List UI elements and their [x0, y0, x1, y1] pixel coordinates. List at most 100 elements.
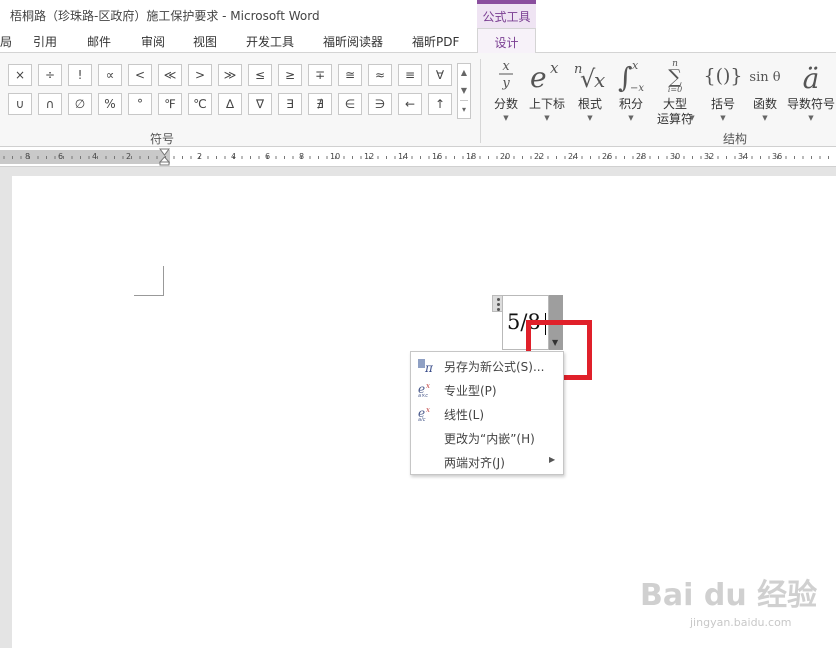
large-operator-button[interactable]: n ∑ i=0 大型 运算符 ▼: [652, 57, 698, 127]
symbol-button[interactable]: ≫: [218, 64, 242, 86]
symbol-button[interactable]: ×: [8, 64, 32, 86]
symbol-gallery-scrollbar[interactable]: ▲ ▼ ▾: [457, 63, 471, 119]
symbol-button[interactable]: ∓: [308, 64, 332, 86]
symbol-button[interactable]: ℃: [188, 93, 212, 115]
svg-text:e: e: [530, 61, 547, 93]
tab-review[interactable]: 审阅: [141, 33, 165, 50]
structures-group-label: 结构: [723, 132, 748, 146]
chevron-down-icon: ▼: [587, 114, 593, 122]
tab-design[interactable]: 设计: [477, 28, 536, 54]
svg-text:−x: −x: [630, 83, 644, 93]
svg-text:ä: ä: [803, 62, 820, 93]
symbol-button[interactable]: <: [128, 64, 152, 86]
chevron-down-icon: ▼: [628, 114, 634, 122]
ruler-label: 6: [265, 152, 271, 161]
symbol-button[interactable]: ∆: [218, 93, 242, 115]
menu-item-professional[interactable]: e x a×c 专业型(P): [412, 377, 562, 401]
ruler-label: 6: [58, 152, 64, 161]
chevron-down-icon: ▼: [808, 114, 814, 122]
symbol-button[interactable]: ↑: [428, 93, 452, 115]
svg-text:{()}: {()}: [704, 65, 742, 87]
svg-text:y: y: [501, 76, 510, 91]
tab-foxit-reader[interactable]: 福昕阅读器: [323, 33, 383, 50]
menu-item-linear[interactable]: e x a/c 线性(L): [412, 401, 562, 425]
tab-foxit-pdf[interactable]: 福昕PDF: [412, 33, 459, 50]
function-button[interactable]: sin θ 函数 ▼: [746, 57, 784, 127]
professional-format-icon: e x a×c: [417, 381, 433, 399]
ruler-label: 10: [330, 152, 341, 161]
symbol-button[interactable]: °: [128, 93, 152, 115]
ruler-label: 24: [568, 152, 579, 161]
symbol-button[interactable]: >: [188, 64, 212, 86]
symbol-button[interactable]: ≪: [158, 64, 182, 86]
horizontal-ruler[interactable]: 8 6 4 2 2 4 6 8 10 12 14 16 18 20 22 24 …: [0, 147, 836, 167]
svg-text:x: x: [550, 59, 559, 77]
ruler-label: 30: [670, 152, 681, 161]
chevron-up-icon[interactable]: ▲: [460, 64, 468, 82]
symbol-button[interactable]: ≤: [248, 64, 272, 86]
symbol-button[interactable]: ∝: [98, 64, 122, 86]
menu-item-change-to-inline[interactable]: 更改为“内嵌”(H): [412, 425, 562, 449]
superscript-icon: ex: [526, 57, 568, 94]
svg-text:π: π: [424, 361, 433, 373]
svg-text:x: x: [426, 382, 430, 390]
ruler-label: 4: [231, 152, 237, 161]
ruler-label: 34: [738, 152, 749, 161]
script-button[interactable]: ex 上下标 ▼: [526, 57, 568, 127]
symbol-button[interactable]: ∄: [308, 93, 332, 115]
symbol-button[interactable]: ∩: [38, 93, 62, 115]
svg-text:i=0: i=0: [668, 85, 682, 93]
symbol-button[interactable]: ≥: [278, 64, 302, 86]
symbol-button[interactable]: ∈: [338, 93, 362, 115]
menu-item-save-as-new-equation[interactable]: π 另存为新公式(S)...: [412, 353, 562, 377]
ribbon-tab-row: 局 引用 邮件 审阅 视图 开发工具 福昕阅读器 福昕PDF: [0, 28, 836, 53]
radical-button[interactable]: n √ x 根式 ▼: [572, 57, 608, 127]
bracket-icon: {()}: [703, 57, 742, 93]
chevron-down-icon: ▼: [544, 114, 550, 122]
tab-view[interactable]: 视图: [193, 33, 217, 50]
chevron-down-icon: ▼: [503, 114, 509, 122]
integral-button[interactable]: ∫ x −x 积分 ▼: [614, 57, 648, 127]
symbol-button[interactable]: ∅: [68, 93, 92, 115]
svg-text:x: x: [502, 59, 510, 74]
tab-layout[interactable]: 局: [0, 33, 12, 50]
fraction-button[interactable]: xy 分数 ▼: [488, 57, 524, 127]
symbol-button[interactable]: ∪: [8, 93, 32, 115]
symbol-button[interactable]: ∃: [278, 93, 302, 115]
fraction-icon: xy: [488, 57, 524, 93]
symbol-button[interactable]: ℉: [158, 93, 182, 115]
accent-button[interactable]: ä 导数符号 ▼: [786, 57, 836, 127]
symbol-button[interactable]: ∀: [428, 64, 452, 86]
symbol-button[interactable]: ←: [398, 93, 422, 115]
title-bar: 梧桐路（珍珠路-区政府）施工保护要求 - Microsoft Word: [0, 0, 836, 28]
indent-marker[interactable]: [158, 148, 171, 166]
ruler-label: 8: [299, 152, 305, 161]
sine-function-icon: sin θ: [746, 57, 784, 93]
window-title: 梧桐路（珍珠路-区政府）施工保护要求 - Microsoft Word: [10, 9, 320, 23]
ruler-label: 28: [636, 152, 647, 161]
symbol-button[interactable]: ≡: [398, 64, 422, 86]
ruler-label: 36: [772, 152, 783, 161]
equation-options-menu: π 另存为新公式(S)... e x a×c 专业型(P) e x a/c 线性(L) …: [410, 351, 564, 475]
integral-icon: ∫ x −x: [614, 57, 648, 94]
svg-text:x: x: [594, 68, 605, 92]
group-divider: [480, 59, 481, 143]
symbol-button[interactable]: !: [68, 64, 92, 86]
bracket-button[interactable]: {()} 括号 ▼: [703, 57, 742, 127]
chevron-down-icon[interactable]: ▼: [460, 82, 468, 100]
symbol-button[interactable]: ÷: [38, 64, 62, 86]
symbol-button[interactable]: ∋: [368, 93, 392, 115]
ruler-label: 4: [92, 152, 98, 161]
gallery-more-icon[interactable]: ▾: [460, 100, 468, 118]
symbol-button[interactable]: %: [98, 93, 122, 115]
watermark-logo: Bai du 经验: [640, 578, 818, 613]
menu-item-justification[interactable]: 两端对齐(J) ▶: [412, 449, 562, 473]
tab-mailings[interactable]: 邮件: [87, 33, 111, 50]
symbol-button[interactable]: ∇: [248, 93, 272, 115]
tab-references[interactable]: 引用: [33, 33, 57, 50]
tab-developer[interactable]: 开发工具: [246, 33, 294, 50]
symbol-button[interactable]: ≅: [338, 64, 362, 86]
symbol-button[interactable]: ≈: [368, 64, 392, 86]
ruler-label: 2: [197, 152, 203, 161]
chevron-down-icon: ▼: [720, 114, 726, 122]
